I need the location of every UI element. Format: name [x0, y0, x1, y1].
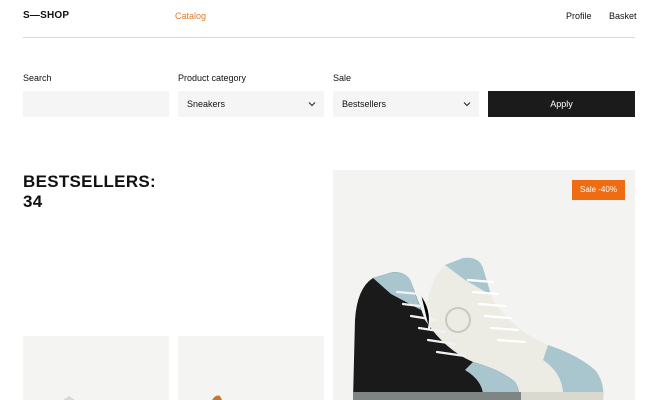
- nav-catalog[interactable]: Catalog: [175, 11, 206, 21]
- site-header: S—SHOP Catalog Profile Basket: [23, 0, 637, 38]
- sale-select[interactable]: Bestsellers: [333, 91, 479, 117]
- chevron-down-icon: [308, 102, 316, 107]
- sale-badge: Sale -40%: [572, 180, 625, 200]
- section-title: BESTSELLERS: 34: [23, 172, 156, 212]
- nav-profile[interactable]: Profile: [566, 11, 592, 21]
- sale-select-value: Bestsellers: [342, 99, 387, 109]
- category-label: Product category: [178, 73, 247, 83]
- logo[interactable]: S—SHOP: [23, 10, 69, 21]
- category-select[interactable]: Sneakers: [178, 91, 324, 117]
- search-label: Search: [23, 73, 52, 83]
- sale-label: Sale: [333, 73, 352, 83]
- product-card-featured[interactable]: Sale -40%: [333, 170, 635, 400]
- section-title-text: BESTSELLERS:: [23, 172, 157, 191]
- section-count: 34: [23, 192, 43, 211]
- product-card[interactable]: [178, 336, 324, 400]
- category-select-value: Sneakers: [187, 99, 226, 109]
- product-card[interactable]: [23, 336, 169, 400]
- apply-button[interactable]: Apply: [488, 91, 635, 117]
- product-image: [212, 395, 222, 400]
- search-input[interactable]: [23, 91, 169, 117]
- nav-basket[interactable]: Basket: [609, 11, 637, 21]
- product-image: [63, 396, 75, 400]
- product-image: [353, 257, 604, 400]
- chevron-down-icon: [463, 102, 471, 107]
